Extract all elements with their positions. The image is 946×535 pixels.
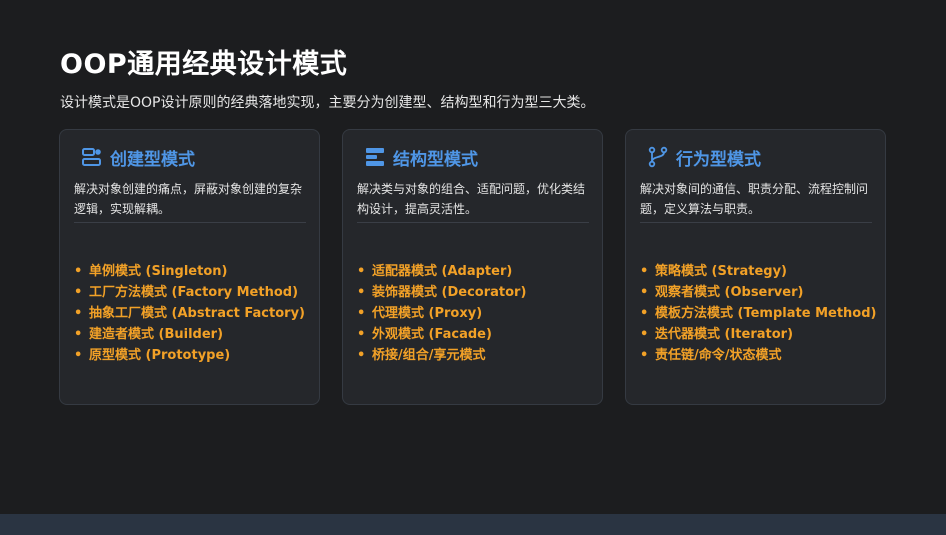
list-item: • 迭代器模式 (Iterator) (640, 324, 876, 345)
list-item: • 装饰器模式 (Decorator) (357, 282, 526, 303)
list-item: • 模板方法模式 (Template Method) (640, 303, 876, 324)
card-description: 解决对象创建的痛点，屏蔽对象创建的复杂逻辑，实现解耦。 (74, 182, 303, 216)
list-item-label: 代理模式 (Proxy) (372, 306, 483, 321)
list-item-label: 外观模式 (Facade) (372, 327, 492, 342)
bullet-icon: • (640, 306, 649, 321)
card-description: 解决类与对象的组合、适配问题，优化类结构设计，提高灵活性。 (357, 182, 586, 216)
slide: OOP通用经典设计模式 设计模式是OOP设计原则的经典落地实现，主要分为创建型、… (0, 0, 946, 535)
pattern-list: • 单例模式 (Singleton) • 工厂方法模式 (Factory Metho… (74, 261, 305, 366)
card-creational: 创建型模式 解决对象创建的痛点，屏蔽对象创建的复杂逻辑，实现解耦。 • 单例模式 … (59, 129, 320, 405)
page-subtitle: 设计模式是OOP设计原则的经典落地实现，主要分为创建型、结构型和行为型三大类。 (60, 95, 595, 111)
card-divider (640, 222, 872, 223)
bullet-icon: • (74, 264, 83, 279)
list-item-label: 单例模式 (Singleton) (89, 264, 228, 279)
card-header: 结构型模式 (364, 145, 478, 170)
bullet-icon: • (74, 348, 83, 363)
bullet-icon: • (74, 285, 83, 300)
list-item-label: 观察者模式 (Observer) (655, 285, 804, 300)
behavioral-icon (647, 146, 669, 168)
bullet-icon: • (357, 285, 366, 300)
list-item: • 适配器模式 (Adapter) (357, 261, 526, 282)
bullet-icon: • (640, 264, 649, 279)
card-title: 创建型模式 (110, 149, 195, 170)
list-item-label: 建造者模式 (Builder) (89, 327, 224, 342)
list-item-label: 抽象工厂模式 (Abstract Factory) (89, 306, 305, 321)
list-item: • 工厂方法模式 (Factory Method) (74, 282, 305, 303)
page-title: OOP通用经典设计模式 (60, 49, 348, 80)
list-item: • 策略模式 (Strategy) (640, 261, 876, 282)
list-item-label: 工厂方法模式 (Factory Method) (89, 285, 299, 300)
list-item: • 建造者模式 (Builder) (74, 324, 305, 345)
list-item: • 责任链/命令/状态模式 (640, 345, 876, 366)
card-divider (74, 222, 306, 223)
bullet-icon: • (357, 264, 366, 279)
card-header: 行为型模式 (647, 145, 761, 170)
bullet-icon: • (640, 327, 649, 342)
list-item-label: 责任链/命令/状态模式 (655, 348, 782, 363)
bullet-icon: • (357, 306, 366, 321)
structural-icon (364, 146, 386, 168)
list-item-label: 策略模式 (Strategy) (655, 264, 787, 279)
list-item: • 原型模式 (Prototype) (74, 345, 305, 366)
list-item: • 外观模式 (Facade) (357, 324, 526, 345)
list-item-label: 装饰器模式 (Decorator) (372, 285, 527, 300)
list-item-label: 原型模式 (Prototype) (89, 348, 231, 363)
pattern-list: • 适配器模式 (Adapter) • 装饰器模式 (Decorator) • 代理模… (357, 261, 526, 366)
card-header: 创建型模式 (81, 145, 195, 170)
bullet-icon: • (357, 327, 366, 342)
list-item-label: 迭代器模式 (Iterator) (655, 327, 794, 342)
list-item-label: 模板方法模式 (Template Method) (655, 306, 877, 321)
list-item: • 单例模式 (Singleton) (74, 261, 305, 282)
pattern-list: • 策略模式 (Strategy) • 观察者模式 (Observer) • 模板方法… (640, 261, 876, 366)
list-item: • 抽象工厂模式 (Abstract Factory) (74, 303, 305, 324)
card-description: 解决对象间的通信、职责分配、流程控制问题，定义算法与职责。 (640, 182, 869, 216)
list-item-label: 桥接/组合/享元模式 (372, 348, 486, 363)
bullet-icon: • (640, 285, 649, 300)
bullet-icon: • (74, 327, 83, 342)
bullet-icon: • (74, 306, 83, 321)
list-item: • 桥接/组合/享元模式 (357, 345, 526, 366)
bullet-icon: • (357, 348, 366, 363)
pattern-cards: 创建型模式 解决对象创建的痛点，屏蔽对象创建的复杂逻辑，实现解耦。 • 单例模式 … (59, 129, 889, 407)
card-title: 结构型模式 (393, 149, 478, 170)
card-structural: 结构型模式 解决类与对象的组合、适配问题，优化类结构设计，提高灵活性。 • 适配器… (342, 129, 603, 405)
card-behavioral: 行为型模式 解决对象间的通信、职责分配、流程控制问题，定义算法与职责。 • 策略模… (625, 129, 886, 405)
bullet-icon: • (640, 348, 649, 363)
card-divider (357, 222, 589, 223)
list-item: • 观察者模式 (Observer) (640, 282, 876, 303)
footer-bar (0, 514, 946, 535)
creational-icon (81, 146, 103, 168)
card-title: 行为型模式 (676, 149, 761, 170)
list-item: • 代理模式 (Proxy) (357, 303, 526, 324)
list-item-label: 适配器模式 (Adapter) (372, 264, 513, 279)
